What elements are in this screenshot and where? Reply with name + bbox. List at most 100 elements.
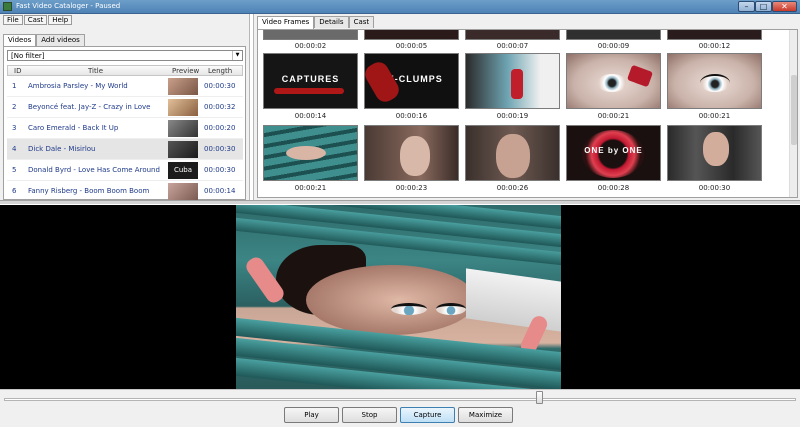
header-id[interactable]: ID: [14, 67, 21, 75]
frame-time: 00:00:23: [395, 184, 428, 192]
frame-time: 00:00:30: [698, 184, 731, 192]
tab-details[interactable]: Details: [314, 16, 349, 28]
panel-splitter[interactable]: [0, 200, 800, 204]
row-length: 00:00:32: [204, 103, 236, 111]
video-table: 1 Ambrosia Parsley - My World 00:00:30 2…: [7, 76, 243, 200]
menu-help[interactable]: Help: [48, 15, 73, 25]
row-length: 00:00:20: [204, 124, 236, 132]
title-bar: Fast Video Cataloger - Paused – □ ✕: [0, 0, 800, 14]
frame-time: 00:00:16: [395, 112, 428, 120]
frame-thumbnail[interactable]: [566, 53, 661, 109]
row-id: 3: [12, 124, 17, 132]
preview-thumbnail: [168, 183, 198, 200]
frame-thumbnail[interactable]: [263, 30, 358, 40]
table-row[interactable]: 4 Dick Dale - Misirlou 00:00:30: [7, 139, 243, 160]
row-length: 00:00:30: [204, 166, 236, 174]
seek-handle[interactable]: [535, 391, 543, 404]
row-id: 5: [12, 166, 17, 174]
frame-thumbnail[interactable]: ONE by ONE: [566, 125, 661, 181]
frame-time: 00:00:21: [698, 112, 731, 120]
app-icon: [3, 2, 12, 11]
frame-thumbnail[interactable]: [263, 125, 358, 181]
preview-thumbnail: [168, 141, 198, 158]
row-title: Donald Byrd - Love Has Come Around: [28, 166, 160, 174]
frame-thumbnail[interactable]: [364, 30, 459, 40]
row-title: Ambrosia Parsley - My World: [28, 82, 128, 90]
row-id: 4: [12, 145, 17, 153]
row-title: Beyoncé feat. Jay-Z - Crazy in Love: [28, 103, 151, 111]
row-title: Dick Dale - Misirlou: [28, 145, 96, 153]
video-frame: [236, 205, 561, 389]
preview-thumbnail: [168, 99, 198, 116]
filter-value: [No filter]: [11, 52, 45, 60]
row-title: Fanny Risberg - Boom Boom Boom: [28, 187, 150, 195]
frame-caption: ONE by ONE: [584, 146, 643, 155]
frame-thumbnail[interactable]: [465, 30, 560, 40]
menu-bar: File Cast Help: [3, 15, 73, 25]
row-length: 00:00:30: [204, 82, 236, 90]
frame-time: 00:00:21: [294, 184, 327, 192]
window-title: Fast Video Cataloger - Paused: [16, 2, 121, 10]
table-row[interactable]: 2 Beyoncé feat. Jay-Z - Crazy in Love 00…: [7, 97, 243, 118]
frame-thumbnail[interactable]: [566, 30, 661, 40]
preview-thumbnail: [168, 78, 198, 95]
frame-caption: CAPTURES: [281, 74, 340, 84]
frame-time: 00:00:19: [496, 112, 529, 120]
right-tabs: Video Frames Details Cast: [257, 16, 375, 29]
videos-panel: File Cast Help Videos Add videos [No fil…: [0, 14, 250, 200]
table-row[interactable]: 6 Fanny Risberg - Boom Boom Boom 00:00:1…: [7, 181, 243, 200]
frames-panel: Video Frames Details Cast 00:00:02 00:00…: [253, 14, 800, 200]
frame-thumbnail[interactable]: [667, 53, 762, 109]
frame-time: 00:00:05: [395, 42, 428, 50]
frame-thumbnail[interactable]: [465, 53, 560, 109]
frame-time: 00:00:14: [294, 112, 327, 120]
tab-video-frames[interactable]: Video Frames: [257, 16, 315, 29]
frame-time: 00:00:02: [294, 42, 327, 50]
scrollbar-thumb[interactable]: [791, 75, 797, 145]
menu-cast[interactable]: Cast: [23, 15, 48, 25]
table-header: ID Title Preview Length: [7, 65, 243, 76]
preview-thumbnail: [168, 120, 198, 137]
table-row[interactable]: 1 Ambrosia Parsley - My World 00:00:30: [7, 76, 243, 97]
video-player[interactable]: [0, 205, 800, 389]
preview-thumbnail: Cuba: [168, 162, 198, 179]
row-title: Caro Emerald - Back It Up: [28, 124, 119, 132]
tab-add-videos[interactable]: Add videos: [36, 34, 85, 46]
row-length: 00:00:30: [204, 145, 236, 153]
frame-time: 00:00:21: [597, 112, 630, 120]
stop-button[interactable]: Stop: [342, 407, 397, 423]
header-length[interactable]: Length: [208, 67, 232, 75]
playback-controls: Play Stop Capture Maximize: [0, 389, 800, 427]
frame-thumbnail[interactable]: [465, 125, 560, 181]
table-row[interactable]: 5 Donald Byrd - Love Has Come Around Cub…: [7, 160, 243, 181]
chevron-down-icon[interactable]: ▼: [232, 51, 242, 60]
frame-time: 00:00:26: [496, 184, 529, 192]
tab-cast[interactable]: Cast: [348, 16, 375, 28]
frame-time: 00:00:07: [496, 42, 529, 50]
table-row[interactable]: 3 Caro Emerald - Back It Up 00:00:20: [7, 118, 243, 139]
frame-time: 00:00:12: [698, 42, 731, 50]
videos-list-container: [No filter] ▼ ID Title Preview Length 1 …: [3, 46, 246, 200]
header-title[interactable]: Title: [88, 67, 103, 75]
seek-bar[interactable]: [4, 398, 796, 401]
row-id: 2: [12, 103, 17, 111]
header-preview[interactable]: Preview: [172, 67, 199, 75]
close-button[interactable]: ✕: [772, 1, 797, 12]
row-length: 00:00:14: [204, 187, 236, 195]
maximize-button[interactable]: Maximize: [458, 407, 513, 423]
frame-thumbnail[interactable]: CAPTURES: [263, 53, 358, 109]
maximize-window-button[interactable]: □: [755, 1, 772, 12]
frames-scrollbar[interactable]: [789, 30, 797, 197]
minimize-button[interactable]: –: [738, 1, 755, 12]
frame-time: 00:00:09: [597, 42, 630, 50]
play-button[interactable]: Play: [284, 407, 339, 423]
menu-file[interactable]: File: [3, 15, 23, 25]
frame-thumbnail[interactable]: DE-CLUMPS: [361, 53, 459, 109]
filter-dropdown[interactable]: [No filter] ▼: [7, 50, 243, 61]
frame-thumbnail[interactable]: [364, 125, 459, 181]
row-id: 6: [12, 187, 17, 195]
frame-time: 00:00:28: [597, 184, 630, 192]
frame-thumbnail[interactable]: [667, 30, 762, 40]
capture-button[interactable]: Capture: [400, 407, 455, 423]
frame-thumbnail[interactable]: [667, 125, 762, 181]
